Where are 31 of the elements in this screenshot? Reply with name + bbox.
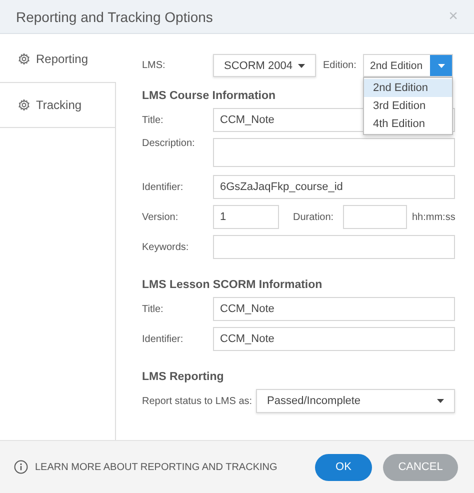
tab-label: Reporting — [36, 52, 88, 66]
field-label: Title: — [142, 304, 164, 314]
field-label: Edition: — [322, 60, 358, 71]
section-heading: LMS Course Information — [142, 90, 276, 102]
text-field[interactable]: 1 — [213, 205, 279, 229]
ok-button[interactable]: OK — [315, 454, 372, 480]
learn-more-link[interactable]: LEARN MORE ABOUT REPORTING AND TRACKING — [14, 460, 278, 474]
field-label: Title: — [142, 114, 164, 126]
text-field[interactable]: CCM_Note — [213, 327, 455, 351]
lms-dropdown[interactable]: SCORM 2004 — [213, 54, 316, 77]
status-dropdown[interactable]: Passed/Incomplete — [256, 389, 455, 413]
field-label: Duration: — [292, 212, 335, 222]
text-field[interactable]: 6GsZaJaqFkp_course_id — [213, 175, 455, 199]
sidebar-tab[interactable]: Tracking — [0, 82, 116, 128]
section-heading: LMS Lesson SCORM Information — [142, 279, 322, 291]
field-label: Identifier: — [142, 182, 184, 192]
field-label: Keywords: — [142, 242, 190, 252]
menu-option[interactable]: 2nd Edition — [364, 79, 452, 97]
menu-option[interactable]: 3rd Edition — [364, 97, 452, 115]
menu-option[interactable]: 4th Edition — [364, 115, 452, 133]
field-label: Identifier: — [142, 334, 184, 344]
field-label: LMS: — [142, 60, 166, 71]
section-heading: LMS Reporting — [142, 371, 224, 383]
edition-dropdown[interactable]: 2nd Edition — [363, 54, 453, 77]
dialog-title: Reporting and Tracking Options — [16, 8, 213, 24]
tab-label: Tracking — [36, 98, 82, 112]
field-label: Description: — [142, 138, 196, 149]
field-label: Version: — [142, 212, 180, 222]
unit-label: hh:mm:ss — [411, 212, 455, 222]
text-field[interactable]: CCM_Note — [213, 297, 455, 321]
field-label: Report status to LMS as: — [142, 396, 254, 406]
